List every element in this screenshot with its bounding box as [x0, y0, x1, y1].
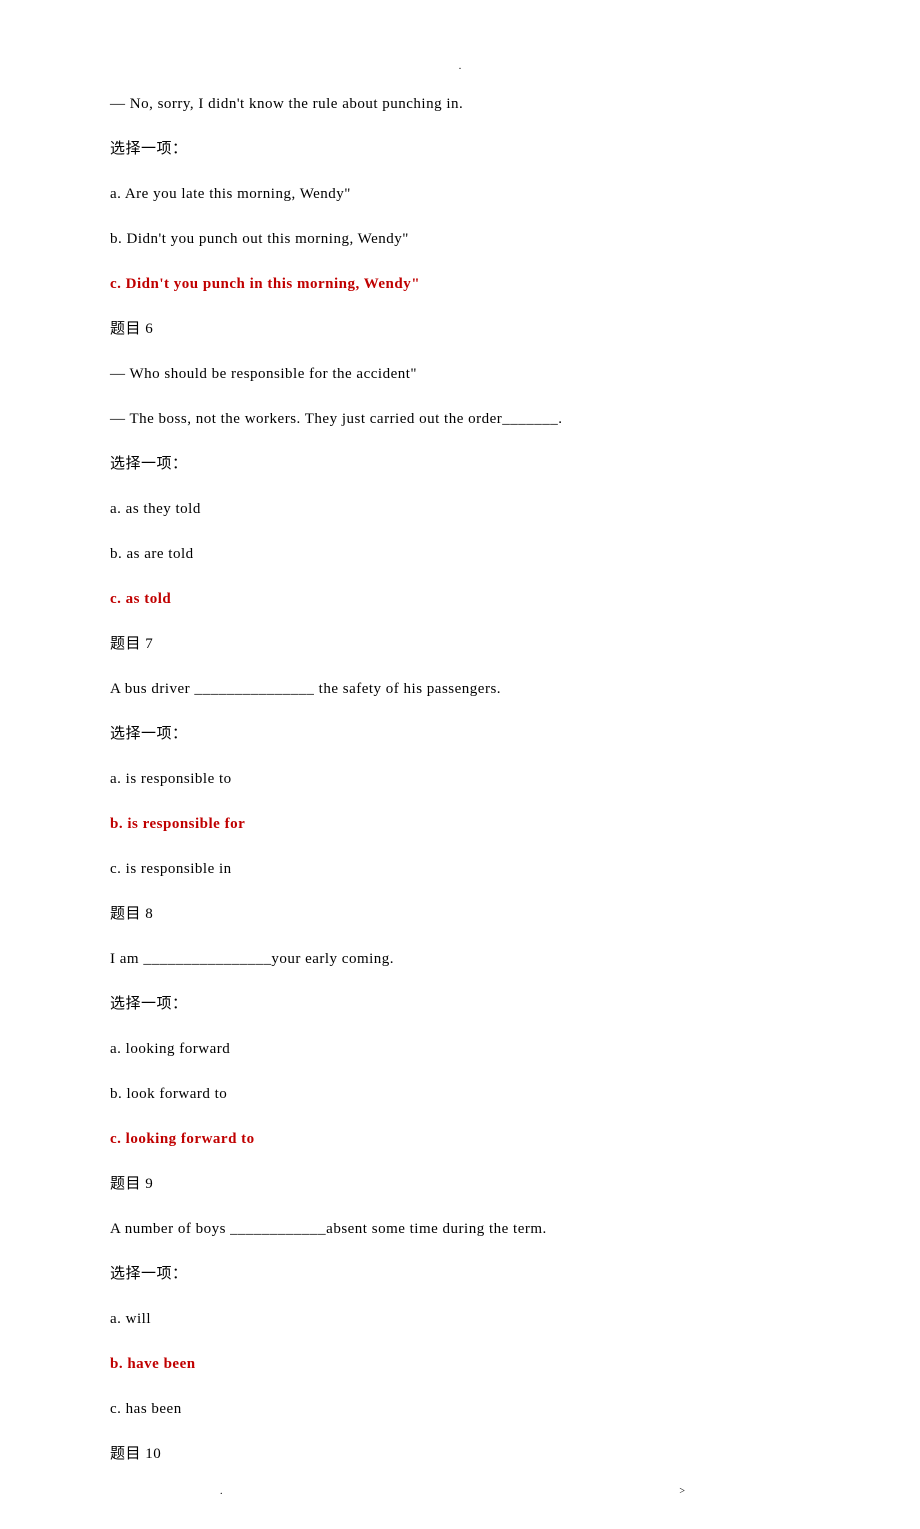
text-line: a. Are you late this morning, Wendy" [110, 184, 810, 205]
text-line: 题目 9 [110, 1174, 810, 1195]
text-line: — No, sorry, I didn't know the rule abou… [110, 94, 810, 115]
text-line: A bus driver _______________ the safety … [110, 679, 810, 700]
text-line: 题目 7 [110, 634, 810, 655]
text-line: a. as they told [110, 499, 810, 520]
text-line: 选择一项： [110, 1264, 810, 1285]
text-line: b. look forward to [110, 1084, 810, 1105]
header-mark: . [110, 60, 810, 74]
text-line: 选择一项： [110, 139, 810, 160]
text-line: I am ________________your early coming. [110, 949, 810, 970]
answer-line: c. as told [110, 589, 810, 610]
answer-line: c. looking forward to [110, 1129, 810, 1150]
text-line: — Who should be responsible for the acci… [110, 364, 810, 385]
text-line: 题目 8 [110, 904, 810, 925]
answer-line: b. is responsible for [110, 814, 810, 835]
text-line: — The boss, not the workers. They just c… [110, 409, 810, 430]
footer-right-mark: > [679, 1485, 685, 1499]
text-line: a. will [110, 1309, 810, 1330]
text-line: a. is responsible to [110, 769, 810, 790]
text-line: 题目 10 [110, 1444, 810, 1465]
text-line: 题目 6 [110, 319, 810, 340]
text-line: c. has been [110, 1399, 810, 1420]
text-line: b. Didn't you punch out this morning, We… [110, 229, 810, 250]
answer-line: b. have been [110, 1354, 810, 1375]
text-line: A number of boys ____________absent some… [110, 1219, 810, 1240]
answer-line: c. Didn't you punch in this morning, Wen… [110, 274, 810, 295]
text-line: b. as are told [110, 544, 810, 565]
text-line: a. looking forward [110, 1039, 810, 1060]
text-line: 选择一项： [110, 994, 810, 1015]
footer-left-mark: . [220, 1485, 223, 1499]
text-line: c. is responsible in [110, 859, 810, 880]
text-line: 选择一项： [110, 454, 810, 475]
text-line: 选择一项： [110, 724, 810, 745]
document-body: — No, sorry, I didn't know the rule abou… [110, 94, 810, 1465]
